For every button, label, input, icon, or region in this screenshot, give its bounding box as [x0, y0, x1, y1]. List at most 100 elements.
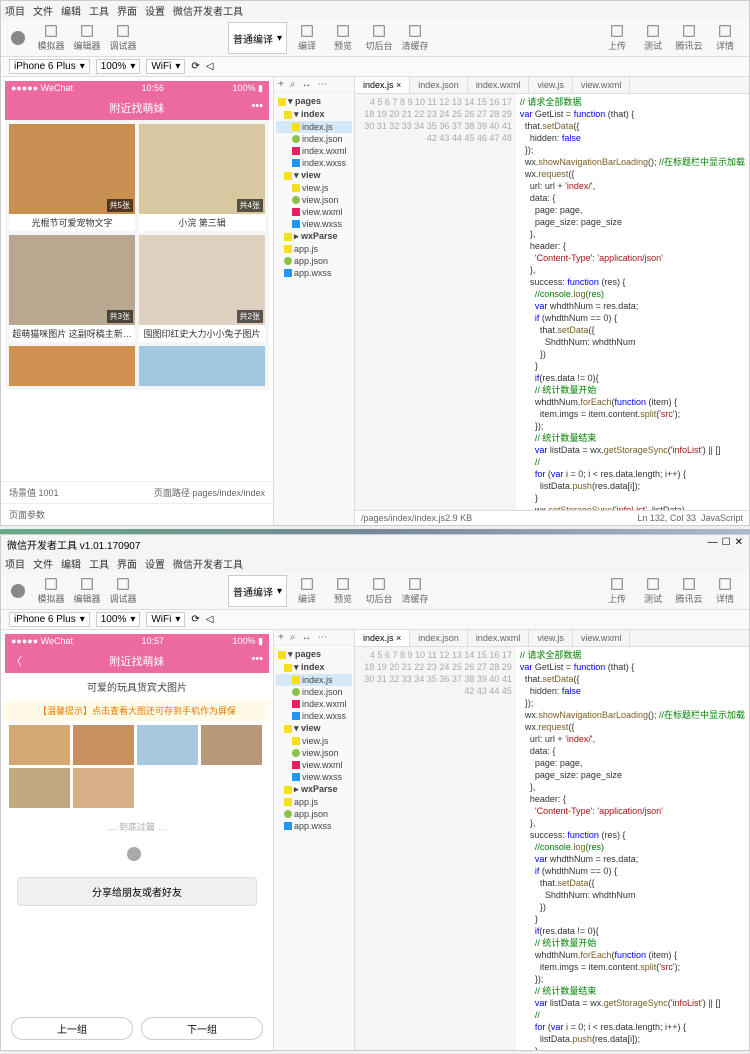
detail[interactable]: 详情 — [709, 22, 741, 54]
network-select[interactable]: WiFi▾ — [146, 612, 185, 627]
preview[interactable]: 预览 — [327, 22, 359, 54]
tree-item[interactable]: app.js — [276, 243, 352, 255]
tree-item[interactable]: ▾ pages — [276, 648, 352, 661]
zoom-select[interactable]: 100%▾ — [96, 612, 141, 627]
more-icon[interactable]: ⋯ — [317, 79, 327, 90]
image-card[interactable]: 共3张超萌猫咪图片 这副呀稿主新… — [9, 235, 135, 342]
add-file-icon[interactable]: + — [278, 632, 284, 643]
tree-item[interactable]: view.wxml — [276, 759, 352, 771]
tree-item[interactable]: index.js — [276, 674, 352, 686]
editor-tab[interactable]: view.js — [529, 630, 573, 646]
preview[interactable]: 预览 — [327, 575, 359, 607]
device-select[interactable]: iPhone 6 Plus▾ — [9, 59, 90, 74]
editor-tab[interactable]: index.wxml — [468, 77, 530, 93]
image-card[interactable]: 共5张光棍节可爱宠物文字 — [9, 124, 135, 231]
tree-item[interactable]: ▾ view — [276, 169, 352, 182]
tree-item[interactable]: view.wxss — [276, 218, 352, 230]
more-icon[interactable]: ••• — [251, 653, 263, 665]
tree-item[interactable]: view.js — [276, 182, 352, 194]
compile-mode-select[interactable]: 普通编译▾ — [228, 22, 287, 54]
upload[interactable]: 上传 — [601, 22, 633, 54]
tree-item[interactable]: index.wxss — [276, 157, 352, 169]
tree-item[interactable]: view.json — [276, 747, 352, 759]
tree-item[interactable]: app.wxss — [276, 267, 352, 279]
back-icon[interactable]: 〈 — [11, 653, 22, 669]
tree-item[interactable]: ▾ view — [276, 722, 352, 735]
thumbnail[interactable] — [137, 725, 198, 765]
menu-item[interactable]: 微信开发者工具 — [173, 3, 243, 18]
zoom-select[interactable]: 100%▾ — [96, 59, 141, 74]
back-icon[interactable]: ◁ — [206, 61, 214, 72]
tree-item[interactable]: app.wxss — [276, 820, 352, 832]
search-icon[interactable]: ⌕ — [290, 79, 296, 90]
code-editor[interactable]: 4 5 6 7 8 9 10 11 12 13 14 15 16 17 18 1… — [355, 94, 749, 510]
maximize-icon[interactable]: ☐ — [722, 537, 731, 552]
menu-item[interactable]: 项目 — [5, 3, 25, 18]
menu-item[interactable]: 设置 — [145, 3, 165, 18]
upload[interactable]: 上传 — [601, 575, 633, 607]
tree-item[interactable]: index.json — [276, 686, 352, 698]
menu-item[interactable]: 微信开发者工具 — [173, 556, 243, 571]
add-file-icon[interactable]: + — [278, 79, 284, 90]
back[interactable]: 切后台 — [363, 22, 395, 54]
thumbnail[interactable] — [73, 725, 134, 765]
device-select[interactable]: iPhone 6 Plus▾ — [9, 612, 90, 627]
image-card[interactable]: 共4张小浣 第三辑 — [139, 124, 265, 231]
compile[interactable]: 编译 — [291, 575, 323, 607]
menu-item[interactable]: 文件 — [33, 556, 53, 571]
tree-item[interactable]: view.wxss — [276, 771, 352, 783]
cloud[interactable]: 腾讯云 — [673, 22, 705, 54]
debugger-toggle[interactable]: 调试器 — [107, 575, 139, 607]
clear[interactable]: 清缓存 — [399, 22, 431, 54]
menu-item[interactable]: 设置 — [145, 556, 165, 571]
share-button[interactable]: 分享给朋友或者好友 — [17, 877, 257, 906]
image-card[interactable] — [9, 346, 135, 386]
editor-tab[interactable]: view.js — [529, 77, 573, 93]
editor-tab[interactable]: view.wxml — [573, 630, 631, 646]
debugger-toggle[interactable]: 调试器 — [107, 22, 139, 54]
tree-item[interactable]: index.wxss — [276, 710, 352, 722]
cloud[interactable]: 腾讯云 — [673, 575, 705, 607]
tree-item[interactable]: ▸ wxParse — [276, 230, 352, 243]
editor-tab[interactable]: index.json — [410, 630, 468, 646]
compile-mode-select[interactable]: 普通编译▾ — [228, 575, 287, 607]
editor-toggle[interactable]: 编辑器 — [71, 575, 103, 607]
close-icon[interactable]: ✕ — [735, 537, 743, 552]
tree-item[interactable]: app.json — [276, 255, 352, 267]
search-icon[interactable]: ⌕ — [290, 632, 296, 643]
menu-item[interactable]: 编辑 — [61, 556, 81, 571]
thumbnail[interactable] — [9, 725, 70, 765]
editor-tab[interactable]: index.js × — [355, 77, 410, 93]
tree-item[interactable]: index.json — [276, 133, 352, 145]
tree-item[interactable]: ▾ index — [276, 108, 352, 121]
editor-tab[interactable]: index.js × — [355, 630, 410, 646]
image-card[interactable] — [139, 346, 265, 386]
expand-icon[interactable]: ↔ — [301, 79, 311, 90]
back-icon[interactable]: ◁ — [206, 614, 214, 625]
thumbnail[interactable] — [73, 768, 134, 808]
editor-tab[interactable]: index.wxml — [468, 630, 530, 646]
thumbnail[interactable] — [9, 768, 70, 808]
menu-item[interactable]: 编辑 — [61, 3, 81, 18]
back[interactable]: 切后台 — [363, 575, 395, 607]
test[interactable]: 测试 — [637, 22, 669, 54]
prev-button[interactable]: 上一组 — [11, 1017, 133, 1040]
tree-item[interactable]: index.wxml — [276, 145, 352, 157]
tree-item[interactable]: index.js — [276, 121, 352, 133]
more-icon[interactable]: ⋯ — [317, 632, 327, 643]
image-card[interactable]: 共2张囤图印红史大力小小兔子图片 — [139, 235, 265, 342]
tree-item[interactable]: index.wxml — [276, 698, 352, 710]
detail[interactable]: 详情 — [709, 575, 741, 607]
code-editor[interactable]: 4 5 6 7 8 9 10 11 12 13 14 15 16 17 18 1… — [355, 647, 749, 1050]
tree-item[interactable]: ▸ wxParse — [276, 783, 352, 796]
menu-item[interactable]: 工具 — [89, 3, 109, 18]
editor-tab[interactable]: view.wxml — [573, 77, 631, 93]
simulator-toggle[interactable]: 模拟器 — [35, 575, 67, 607]
menu-item[interactable]: 界面 — [117, 556, 137, 571]
tree-item[interactable]: app.js — [276, 796, 352, 808]
next-button[interactable]: 下一组 — [141, 1017, 263, 1040]
editor-toggle[interactable]: 编辑器 — [71, 22, 103, 54]
menu-item[interactable]: 项目 — [5, 556, 25, 571]
clear[interactable]: 清缓存 — [399, 575, 431, 607]
tree-item[interactable]: app.json — [276, 808, 352, 820]
